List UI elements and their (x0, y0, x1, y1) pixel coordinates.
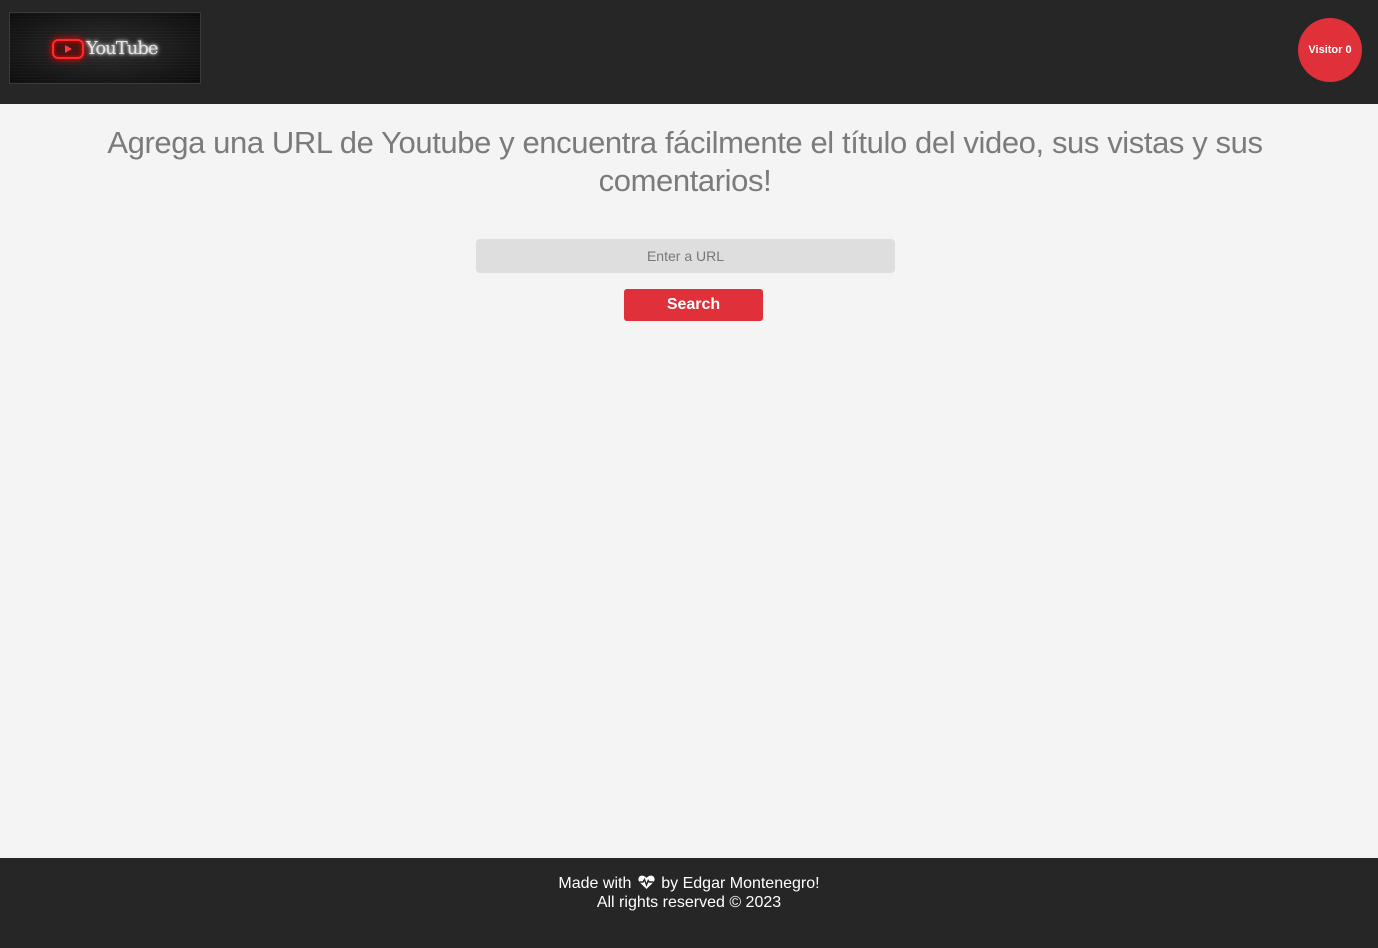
page-headline: Agrega una URL de Youtube y encuentra fá… (107, 125, 1263, 198)
visitor-counter-button[interactable]: Visitor 0 (1298, 18, 1362, 82)
youtube-logo[interactable]: YouTube (9, 12, 201, 84)
footer-made-with: Made with (558, 875, 632, 892)
footer-author: by Edgar Montenegro! (661, 875, 820, 892)
play-triangle-icon (65, 45, 72, 53)
footer-rights: All rights reserved © 2023 (596, 894, 782, 911)
search-button[interactable]: Search (624, 289, 763, 321)
play-icon (52, 39, 84, 59)
heart-pulse-icon (638, 875, 655, 889)
url-input[interactable] (476, 239, 895, 273)
top-header: YouTube Visitor 0 (0, 0, 1378, 104)
logo-text: YouTube (86, 38, 159, 59)
page-footer: Made with by Edgar Montenegro! All right… (0, 858, 1378, 948)
footer-credit-line: Made with by Edgar Montenegro! (0, 874, 1378, 893)
